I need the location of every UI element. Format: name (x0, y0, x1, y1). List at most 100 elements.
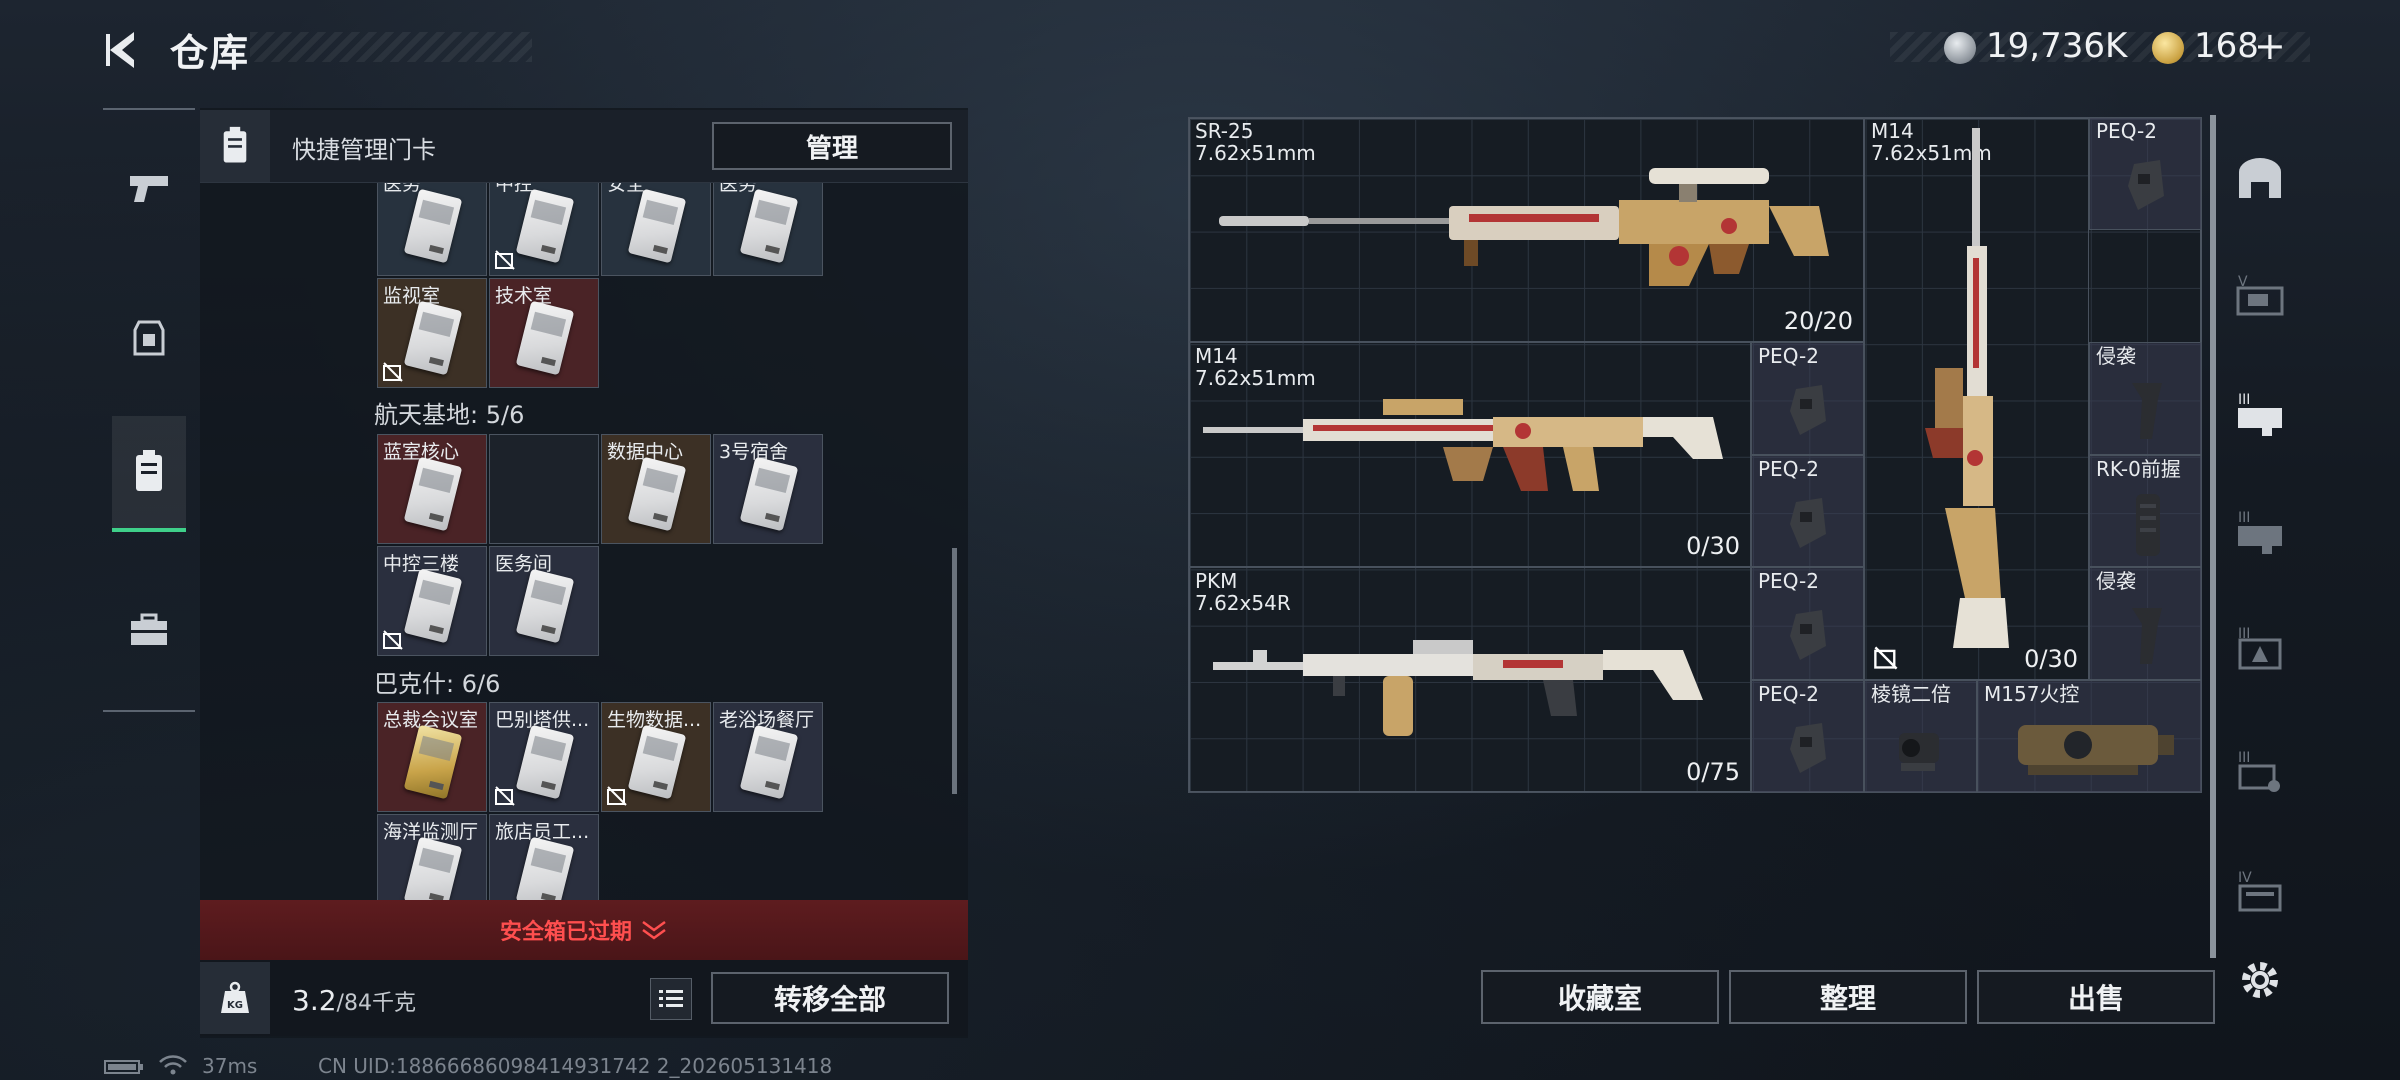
battery-icon (104, 1060, 143, 1074)
attachment-peq2[interactable]: PEQ-2 (1751, 455, 1864, 567)
m14-rifle-image (1203, 399, 1723, 491)
keycard-dorm-3[interactable]: 3号宿舍 (713, 434, 823, 544)
weapon-caliber: 7.62x54R (1195, 591, 1291, 615)
back-arrow-icon[interactable] (100, 26, 148, 74)
safebox-status: 安全箱已过期 (499, 920, 632, 945)
attachment-grip[interactable]: 侵袭 (2089, 567, 2202, 680)
svg-text:III: III (2238, 626, 2250, 642)
svg-text:III: III (2238, 750, 2250, 766)
svg-text:KG: KG (227, 1000, 243, 1011)
pistol-grip-icon (2132, 608, 2162, 664)
weapon-name: PKM (1195, 569, 1238, 593)
list-view-button[interactable] (650, 978, 692, 1020)
silver-coin-icon (1944, 32, 1976, 64)
tab-stash-all[interactable] (2226, 145, 2294, 215)
ammo-count: 20/20 (1783, 307, 1853, 335)
attachment-name: 侵袭 (2096, 344, 2136, 368)
stash-tier-icon: V (2236, 274, 2284, 316)
weight-icon-box: KG (200, 962, 270, 1034)
scope-icon (1899, 733, 1939, 771)
keycard-bio-data[interactable]: 生物数据... (601, 702, 711, 812)
weapon-name: M14 (1195, 344, 1238, 368)
manage-button[interactable]: 管理 (712, 122, 952, 170)
weapon-name: SR-25 (1195, 119, 1254, 143)
attachment-peq2[interactable]: PEQ-2 (1751, 567, 1864, 680)
unbound-icon (383, 362, 403, 382)
weapon-pkm[interactable]: PKM 7.62x54R 0/75 (1188, 567, 1751, 793)
tab-stash-5[interactable]: V (2226, 262, 2294, 332)
attachment-name: M157火控 (1984, 682, 2080, 706)
attachment-grip[interactable]: 侵袭 (2089, 342, 2202, 455)
keycard-medical[interactable]: 医务间 (489, 546, 599, 656)
peq-laser-icon (1790, 498, 1826, 548)
keycard-old-bath[interactable]: 老浴场餐厅 (713, 702, 823, 812)
keycard-case-icon (136, 450, 162, 491)
transfer-all-button[interactable]: 转移全部 (711, 972, 949, 1024)
unbound-icon (383, 630, 403, 650)
tab-stash-3b[interactable]: III (2226, 498, 2294, 568)
quick-manage-label: 快捷管理门卡 (292, 136, 436, 164)
list-icon (659, 990, 683, 1007)
keycard-ceo-meeting[interactable]: 总裁会议室 (377, 702, 487, 812)
tab-stash-3a[interactable]: III (2226, 380, 2294, 450)
attachment-peq2[interactable]: PEQ-2 (1751, 680, 1864, 793)
section-bakesh: 巴克什: 6/6 (374, 670, 501, 698)
attachment-prism-2x[interactable]: 棱镜二倍 (1864, 680, 1977, 793)
pistol-grip-icon (2132, 383, 2162, 439)
toolbox-icon (131, 613, 167, 645)
tab-weapons[interactable] (112, 132, 186, 244)
stash-tier-icon: III (2238, 750, 2280, 792)
collection-room-button[interactable]: 收藏室 (1481, 970, 1719, 1024)
gold-coin-icon (2152, 32, 2184, 64)
add-gold-button[interactable]: + (2254, 24, 2286, 68)
section-aerospace: 航天基地: 5/6 (374, 401, 525, 429)
attachment-peq2[interactable]: PEQ-2 (1751, 342, 1864, 455)
keycard-empty-slot[interactable] (489, 434, 599, 544)
tab-keycards[interactable] (112, 416, 186, 532)
safebox-expired-banner[interactable]: 安全箱已过期 (200, 900, 968, 960)
weapon-m14-horizontal[interactable]: M14 7.62x51mm 0/30 (1188, 342, 1751, 567)
tab-stash-3c[interactable]: III (2226, 614, 2294, 684)
stash-tier-icon: III (2238, 510, 2282, 554)
safe-icon (2239, 158, 2281, 198)
weapon-caliber: 7.62x51mm (1195, 366, 1316, 390)
svg-text:IV: IV (2238, 870, 2252, 886)
keycard-case-icon (223, 126, 247, 163)
attachment-name: PEQ-2 (1758, 569, 1819, 593)
peq-laser-icon (1790, 610, 1826, 660)
keycard-control-3f[interactable]: 中控三楼 (377, 546, 487, 656)
attachment-foregrip[interactable]: RK-0前握 (2089, 455, 2202, 567)
keycard-data-center[interactable]: 数据中心 (601, 434, 711, 544)
stash-tier-icon: III (2238, 626, 2282, 670)
svg-text:V: V (2238, 274, 2248, 290)
pkm-machine-gun-image (1213, 640, 1703, 736)
weight-icon: KG (221, 981, 249, 1013)
attachment-name: RK-0前握 (2096, 457, 2181, 481)
ping-readout: 37ms (202, 1054, 258, 1078)
keycard-monitor-room[interactable]: 监视室 (377, 278, 487, 388)
attachment-m157-fire-control[interactable]: M157火控 (1977, 680, 2202, 793)
sell-button[interactable]: 出售 (1977, 970, 2215, 1024)
attachment-name: PEQ-2 (2096, 119, 2157, 143)
tab-stash-3d[interactable]: III (2226, 738, 2294, 808)
keycard-tech-room[interactable]: 技术室 (489, 278, 599, 388)
tab-stash-4[interactable]: IV (2226, 858, 2294, 928)
gear-icon[interactable] (2236, 956, 2284, 1004)
tab-armor[interactable] (112, 280, 186, 392)
keycard-scrollbar[interactable] (952, 548, 957, 794)
svg-text:III: III (2238, 392, 2250, 408)
sort-button[interactable]: 整理 (1729, 970, 1967, 1024)
attachment-name: 侵袭 (2096, 569, 2136, 593)
peq-laser-icon (2128, 160, 2164, 210)
pistol-icon (130, 176, 168, 202)
keycard-blue-core[interactable]: 蓝室核心 (377, 434, 487, 544)
m14-rifle-vertical-image (1925, 128, 2009, 648)
right-rail-line (2210, 115, 2216, 958)
attachment-peq2[interactable]: PEQ-2 (2089, 117, 2202, 230)
tab-toolbox[interactable] (112, 574, 186, 686)
attachment-name: PEQ-2 (1758, 457, 1819, 481)
weapon-m14-vertical[interactable]: M14 7.62x51mm 0/30 (1864, 117, 2089, 680)
title-decoration (250, 32, 532, 62)
keycard-babel[interactable]: 巴别塔供... (489, 702, 599, 812)
weapon-sr25[interactable]: SR-25 7.62x51mm 20/20 (1188, 117, 1864, 342)
